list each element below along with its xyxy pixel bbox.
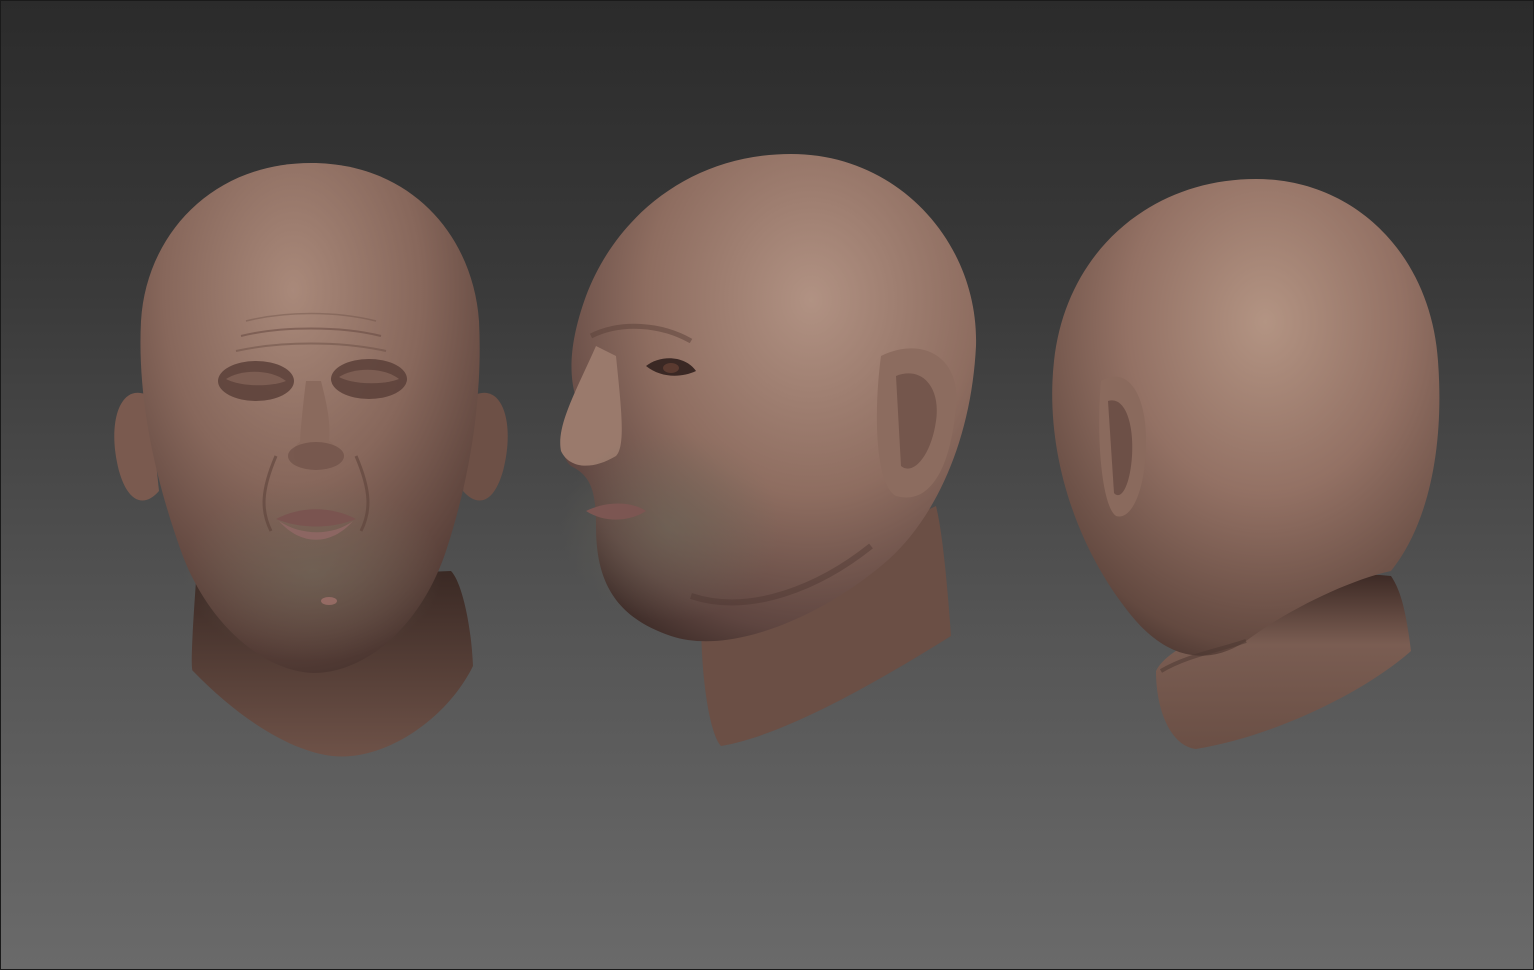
head-front-render: [114, 163, 508, 757]
head-model-front-view[interactable]: [101, 151, 521, 771]
head-back-render: [1052, 179, 1440, 749]
3d-viewport[interactable]: [0, 0, 1534, 970]
head-model-back-view[interactable]: [1046, 171, 1446, 756]
head-model-three-quarter-view[interactable]: [551, 146, 981, 756]
head-three-quarter-render: [560, 154, 977, 746]
